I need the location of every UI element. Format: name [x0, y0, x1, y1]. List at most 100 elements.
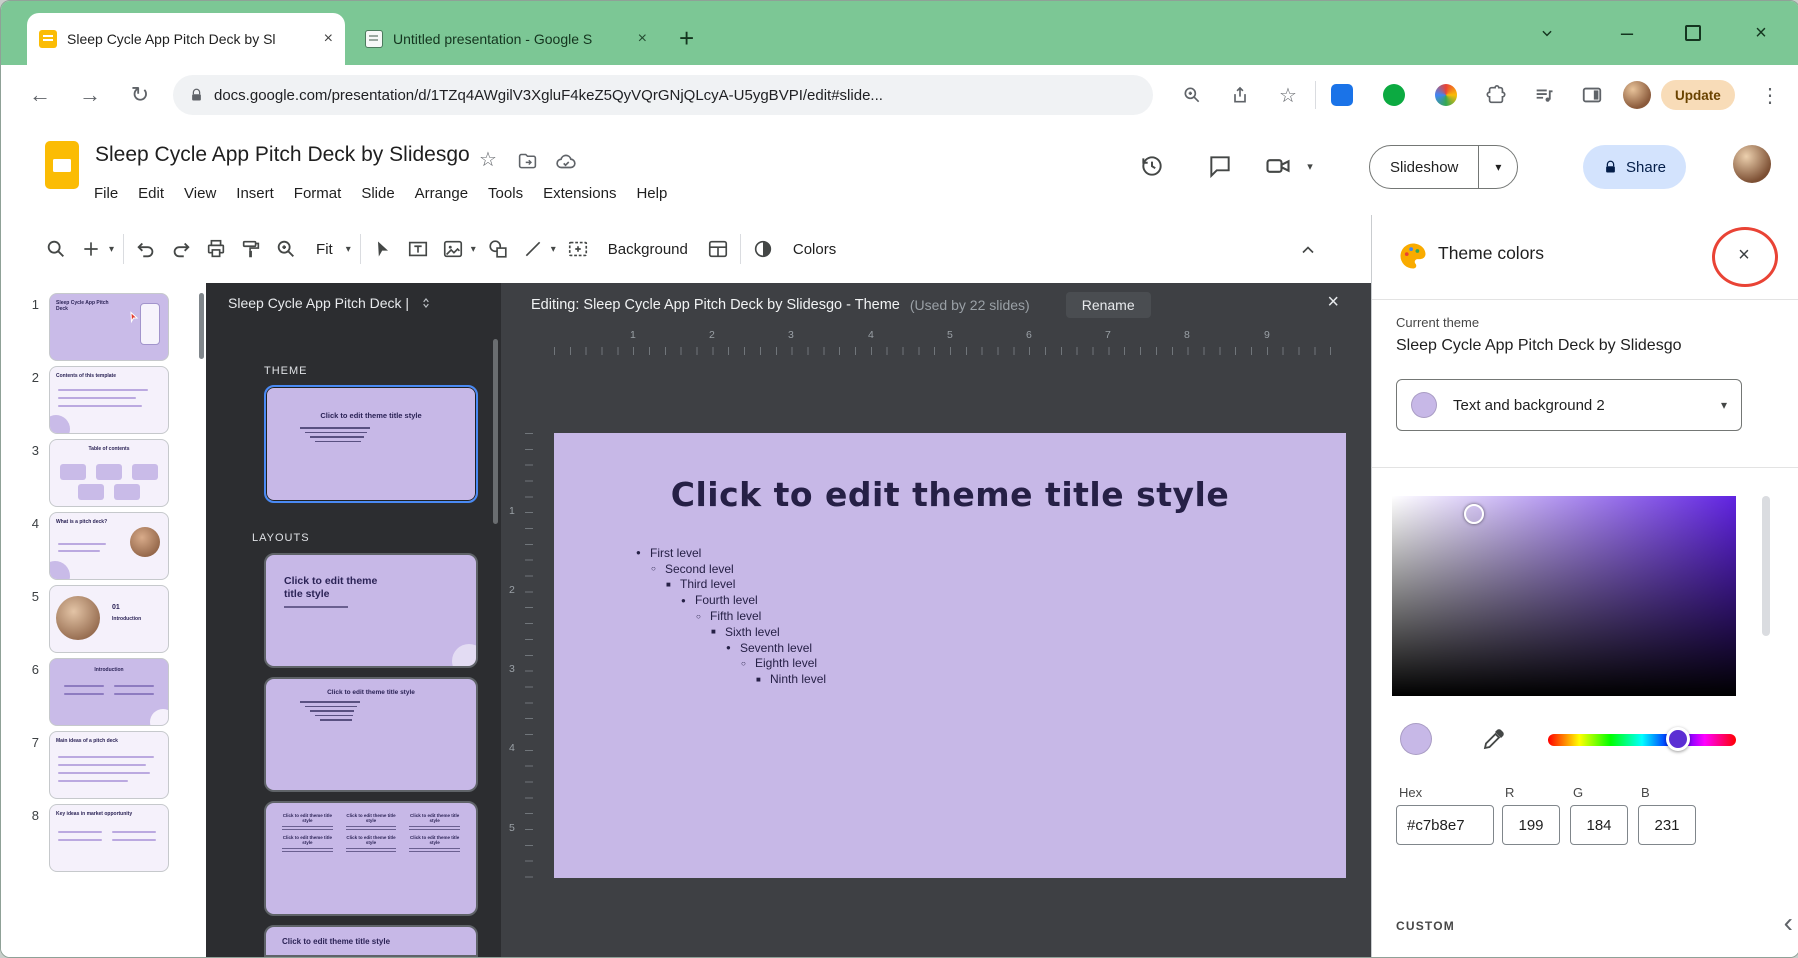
hex-input[interactable] [1396, 805, 1494, 845]
fit-caret[interactable]: ▾ [346, 244, 351, 255]
new-tab-button[interactable]: + [679, 25, 694, 51]
new-slide-button[interactable] [78, 236, 104, 262]
slide-thumbnail-2[interactable]: Contents of this template [49, 366, 169, 434]
menu-extensions[interactable]: Extensions [534, 181, 625, 206]
side-panel-icon[interactable] [1579, 82, 1605, 108]
star-document-icon[interactable]: ☆ [479, 147, 497, 172]
theme-list-scrollbar[interactable] [493, 339, 498, 524]
select-tool-icon[interactable] [370, 236, 396, 262]
queue-music-icon[interactable] [1531, 82, 1557, 108]
paint-format-icon[interactable] [238, 236, 264, 262]
menu-insert[interactable]: Insert [227, 181, 283, 206]
cloud-saved-icon[interactable] [555, 151, 577, 173]
search-menus-icon[interactable] [43, 236, 69, 262]
menu-format[interactable]: Format [285, 181, 351, 206]
window-close-button[interactable]: × [1747, 19, 1775, 47]
slide-editing-surface[interactable]: Click to edit theme title style ●First l… [554, 433, 1346, 878]
theme-master-thumbnail[interactable]: Click to edit theme title style [264, 385, 478, 503]
colors-button[interactable]: Colors [785, 235, 844, 264]
b-input[interactable] [1638, 805, 1696, 845]
theme-body-placeholder[interactable]: ●First level ○Second level ■Third level … [636, 545, 826, 687]
new-slide-caret[interactable]: ▾ [109, 244, 114, 255]
extension-green-icon[interactable] [1381, 82, 1407, 108]
print-icon[interactable] [203, 236, 229, 262]
tab-close-icon[interactable]: × [638, 30, 647, 48]
slide-thumbnail-8[interactable]: Key ideas in market opportunity [49, 804, 169, 872]
sort-arrows-icon[interactable] [419, 296, 433, 310]
layout-thumbnail-2[interactable]: Click to edit theme title style [264, 677, 478, 792]
color-role-select[interactable]: Text and background 2 ▾ [1396, 379, 1742, 431]
meet-caret-icon[interactable]: ▾ [1301, 151, 1319, 181]
rename-button[interactable]: Rename [1066, 292, 1151, 318]
tab-search-chevron-icon[interactable] [1533, 19, 1561, 47]
close-panel-icon[interactable]: × [1730, 241, 1758, 269]
r-input[interactable] [1502, 805, 1560, 845]
collapse-toolbar-chevron-icon[interactable] [1295, 237, 1321, 263]
tab-close-icon[interactable]: × [324, 30, 333, 48]
version-history-icon[interactable] [1137, 151, 1167, 181]
slide-thumbnail-3[interactable]: Table of contents [49, 439, 169, 507]
menu-file[interactable]: File [85, 181, 127, 206]
browser-profile-avatar[interactable] [1623, 81, 1651, 109]
comment-icon[interactable] [1205, 151, 1235, 181]
saturation-value-picker[interactable] [1392, 496, 1736, 696]
menu-help[interactable]: Help [627, 181, 676, 206]
undo-icon[interactable] [133, 236, 159, 262]
zoom-tool-icon[interactable] [273, 236, 299, 262]
insert-placeholder-icon[interactable] [565, 236, 591, 262]
insert-image-icon[interactable] [440, 236, 466, 262]
url-bar[interactable]: docs.google.com/presentation/d/1TZq4AWgi… [173, 75, 1153, 115]
theme-icon[interactable] [750, 236, 776, 262]
meet-camera-icon[interactable] [1263, 151, 1293, 181]
tab-current-presentation[interactable]: Sleep Cycle App Pitch Deck by Sl × [27, 13, 345, 65]
chrome-update-button[interactable]: Update [1661, 80, 1735, 110]
slide-thumbnail-1[interactable]: Sleep Cycle App Pitch Deck [49, 293, 169, 361]
panel-scrollbar[interactable] [1762, 496, 1770, 636]
slideshow-caret[interactable]: ▾ [1479, 160, 1517, 174]
hue-slider-thumb[interactable] [1666, 727, 1690, 751]
theme-title-placeholder[interactable]: Click to edit theme title style [554, 475, 1346, 514]
collapse-panel-chevron-icon[interactable]: ‹ [1784, 909, 1793, 937]
document-title[interactable]: Sleep Cycle App Pitch Deck by Slidesgo [95, 143, 470, 167]
text-box-icon[interactable] [405, 236, 431, 262]
filmstrip-scrollbar[interactable] [199, 293, 204, 359]
insert-line-icon[interactable] [520, 236, 546, 262]
share-button[interactable]: Share [1583, 145, 1686, 189]
bookmark-star-icon[interactable]: ☆ [1275, 82, 1301, 108]
share-page-icon[interactable] [1227, 82, 1253, 108]
slide-thumbnail-4[interactable]: What is a pitch deck? [49, 512, 169, 580]
redo-icon[interactable] [168, 236, 194, 262]
extension-blue-icon[interactable] [1329, 82, 1355, 108]
line-caret[interactable]: ▾ [551, 244, 556, 255]
layout-thumbnail-1[interactable]: Click to edit theme title style [264, 553, 478, 668]
tab-untitled-presentation[interactable]: Untitled presentation - Google S × [353, 13, 659, 65]
layout-thumbnail-3[interactable]: Click to edit theme title style Click to… [264, 801, 478, 916]
layout-thumbnail-4-partial[interactable]: Click to edit theme title style [264, 925, 478, 957]
zoom-icon[interactable] [1179, 82, 1205, 108]
slide-thumbnail-6[interactable]: Introduction [49, 658, 169, 726]
back-button[interactable]: ← [27, 82, 53, 108]
layout-icon[interactable] [705, 236, 731, 262]
forward-button[interactable]: → [77, 82, 103, 108]
slideshow-button[interactable]: Slideshow [1370, 159, 1478, 176]
move-folder-icon[interactable] [517, 151, 538, 172]
close-theme-editor-icon[interactable]: × [1327, 291, 1339, 314]
extension-pinwheel-icon[interactable] [1433, 82, 1459, 108]
image-caret[interactable]: ▾ [471, 244, 476, 255]
zoom-fit-select[interactable]: Fit [308, 235, 341, 264]
slide-thumbnail-7[interactable]: Main ideas of a pitch deck [49, 731, 169, 799]
menu-view[interactable]: View [175, 181, 225, 206]
background-button[interactable]: Background [600, 235, 696, 264]
extensions-puzzle-icon[interactable] [1483, 82, 1509, 108]
account-avatar[interactable] [1733, 145, 1771, 183]
menu-slide[interactable]: Slide [352, 181, 403, 206]
picker-cursor[interactable] [1464, 504, 1484, 524]
eyedropper-button[interactable] [1476, 721, 1512, 757]
browser-menu-kebab-icon[interactable]: ⋮ [1757, 82, 1783, 108]
g-input[interactable] [1570, 805, 1628, 845]
menu-tools[interactable]: Tools [479, 181, 532, 206]
minimize-button[interactable]: – [1613, 19, 1641, 47]
menu-arrange[interactable]: Arrange [406, 181, 477, 206]
maximize-button[interactable] [1679, 19, 1707, 47]
hue-slider[interactable] [1548, 734, 1736, 746]
